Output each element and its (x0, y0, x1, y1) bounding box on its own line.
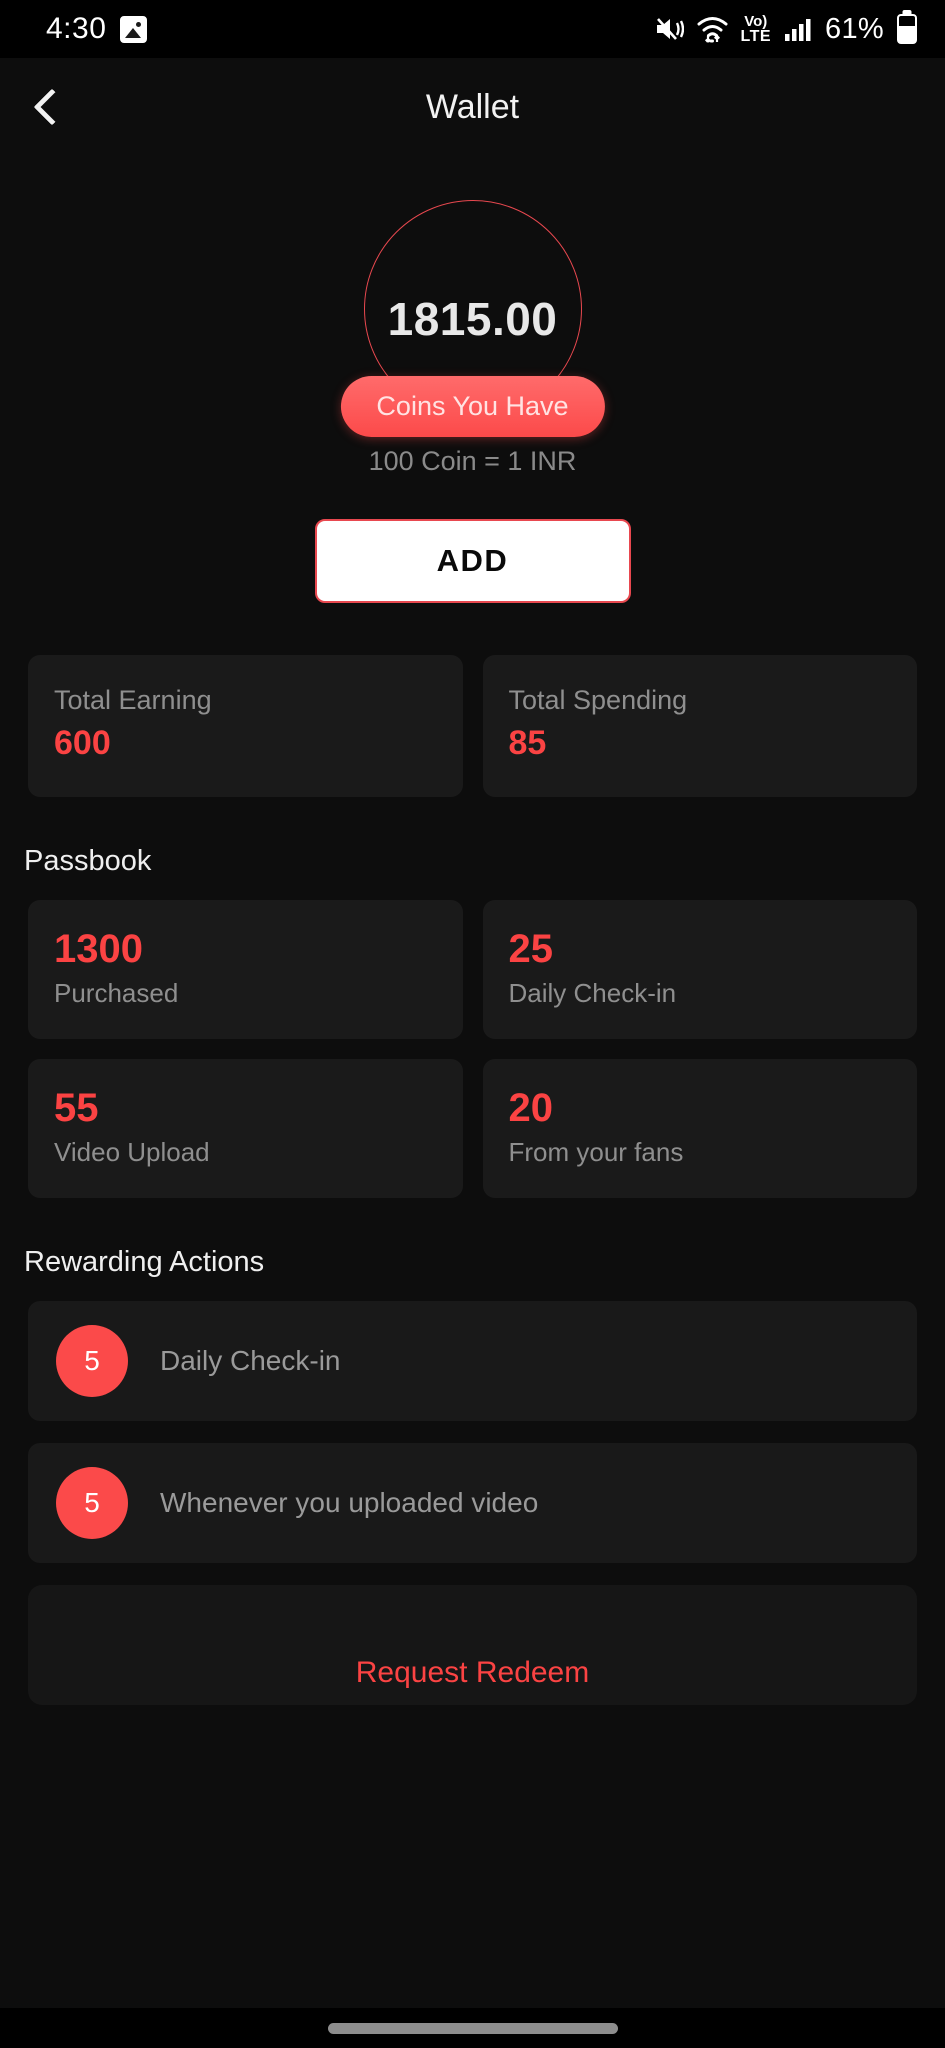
home-indicator[interactable] (327, 2022, 618, 2034)
total-spending-card[interactable]: Total Spending 85 (482, 655, 917, 797)
total-earning-label: Total Earning (54, 685, 212, 715)
passbook-item-video-upload[interactable]: 55 Video Upload (28, 1059, 463, 1198)
wifi-icon (697, 17, 728, 43)
system-navigation-bar (0, 2008, 945, 2048)
reward-label: Whenever you uploaded video (160, 1487, 539, 1518)
chevron-left-icon (33, 88, 71, 126)
passbook-item-purchased[interactable]: 1300 Purchased (28, 900, 463, 1039)
back-button[interactable] (22, 77, 82, 137)
status-time: 4:30 (46, 12, 107, 45)
passbook-label: Purchased (54, 978, 179, 1008)
reward-coin-badge: 5 (56, 1467, 128, 1539)
coins-you-have-badge[interactable]: Coins You Have (340, 376, 605, 437)
passbook-value: 20 (508, 1086, 554, 1130)
total-spending-value: 85 (508, 724, 547, 762)
volte-icon: Vo) LTE (740, 12, 772, 45)
passbook-item-from-your-fans[interactable]: 20 From your fans (482, 1059, 917, 1198)
reward-label: Daily Check-in (160, 1345, 341, 1376)
battery-icon (897, 14, 917, 44)
passbook-value: 1300 (54, 927, 143, 971)
passbook-title: Passbook (24, 845, 152, 877)
passbook-grid-row2: 55 Video Upload 20 From your fans (0, 1059, 945, 1198)
total-earning-value: 600 (54, 724, 111, 762)
passbook-item-daily-checkin[interactable]: 25 Daily Check-in (482, 900, 917, 1039)
balance-amount: 1815.00 (387, 293, 558, 345)
totals-grid: Total Earning 600 Total Spending 85 (0, 655, 945, 797)
request-redeem-label: Request Redeem (355, 1656, 590, 1689)
reward-row-video-upload[interactable]: 5 Whenever you uploaded video (28, 1443, 917, 1563)
mute-vibrate-icon (656, 18, 684, 40)
reward-row-daily-checkin[interactable]: 5 Daily Check-in (28, 1301, 917, 1421)
status-bar-right: Vo) LTE 61% (654, 13, 917, 46)
balance-section: 1815.00 Coins You Have (0, 200, 945, 500)
passbook-value: 25 (508, 927, 554, 971)
passbook-label: Daily Check-in (508, 978, 677, 1008)
total-spending-label: Total Spending (508, 685, 688, 715)
image-icon (120, 15, 148, 43)
page-title: Wallet (425, 87, 520, 126)
app-bar: Wallet (0, 58, 945, 156)
status-bar-left: 4:30 (46, 12, 148, 46)
passbook-grid-row1: 1300 Purchased 25 Daily Check-in (0, 900, 945, 1039)
passbook-label: From your fans (508, 1137, 684, 1167)
passbook-value: 55 (54, 1086, 99, 1130)
total-earning-card[interactable]: Total Earning 600 (28, 655, 463, 797)
add-button[interactable]: ADD (314, 519, 631, 603)
battery-percent: 61% (825, 12, 884, 45)
rewarding-actions-list: 5 Daily Check-in 5 Whenever you uploaded… (0, 1301, 945, 1563)
status-bar: 4:30 Vo) LTE 61% (0, 0, 945, 58)
reward-coin-badge: 5 (56, 1325, 128, 1397)
phone-screen: 4:30 Vo) LTE 61% Wallet 1815.00 Coins Yo… (0, 0, 945, 2048)
wallet-content: 1815.00 Coins You Have 100 Coin = 1 INR … (0, 156, 945, 2008)
rewarding-actions-title: Rewarding Actions (24, 1246, 265, 1278)
request-redeem-card[interactable]: Request Redeem (28, 1585, 917, 1705)
signal-icon (785, 19, 811, 41)
passbook-label: Video Upload (54, 1137, 210, 1167)
